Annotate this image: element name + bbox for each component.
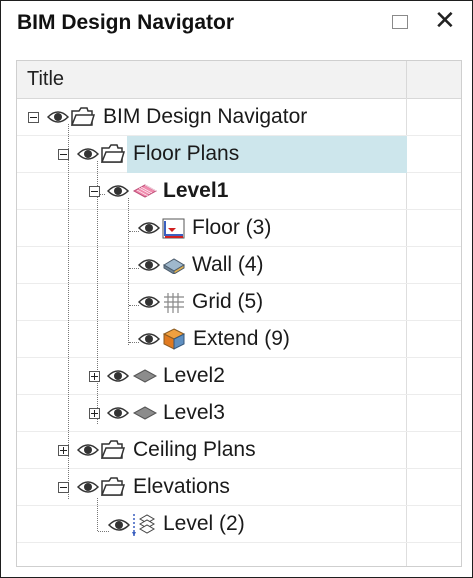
- tree-item-label: BIM Design Navigator: [103, 105, 308, 128]
- eye-icon[interactable]: [77, 442, 99, 458]
- tree-item-label: Floor Plans: [133, 142, 240, 165]
- level-plane-icon: [132, 369, 158, 383]
- folder-icon: [71, 107, 95, 126]
- column-header-title: Title: [27, 68, 65, 90]
- maximize-icon[interactable]: [392, 15, 408, 29]
- eye-icon[interactable]: [107, 405, 129, 421]
- window-title: BIM Design Navigator: [17, 11, 235, 34]
- collapse-icon[interactable]: [28, 112, 39, 123]
- level-plane-icon: [132, 406, 158, 420]
- eye-icon[interactable]: [138, 331, 160, 347]
- expand-icon[interactable]: [89, 371, 100, 382]
- tree-item-label: Level3: [163, 401, 225, 424]
- tree-item-label: Level2: [163, 364, 225, 387]
- tree-row: [17, 395, 461, 432]
- tree-item-label: Ceiling Plans: [133, 438, 256, 461]
- folder-icon: [101, 144, 125, 163]
- expand-icon[interactable]: [58, 445, 69, 456]
- tree-item-label: Elevations: [133, 475, 230, 498]
- eye-icon[interactable]: [77, 479, 99, 495]
- eye-icon[interactable]: [138, 294, 160, 310]
- tree-item-label: Level1: [163, 179, 229, 202]
- close-icon[interactable]: ✕: [434, 6, 456, 36]
- column-divider[interactable]: [406, 61, 407, 98]
- tree-row: [17, 358, 461, 395]
- navigator-panel: BIM Design Navigator ✕ Title BIM Design …: [0, 0, 473, 578]
- extend-icon: [162, 328, 186, 350]
- eye-icon[interactable]: [108, 517, 130, 533]
- eye-icon[interactable]: [107, 368, 129, 384]
- tree-row: [17, 173, 461, 210]
- tree-item-label: Level (2): [163, 512, 245, 535]
- grid-icon: [164, 293, 184, 313]
- tree-connector: [128, 198, 129, 345]
- title-bar: BIM Design Navigator ✕: [1, 1, 472, 45]
- tree-connector: [68, 124, 69, 499]
- tree-item-label: Wall (4): [192, 253, 264, 276]
- tree-connector: [97, 498, 98, 531]
- collapse-icon[interactable]: [58, 149, 69, 160]
- eye-icon[interactable]: [138, 257, 160, 273]
- folder-icon: [101, 477, 125, 496]
- eye-icon[interactable]: [77, 146, 99, 162]
- tree-connector: [97, 161, 98, 424]
- collapse-icon[interactable]: [58, 482, 69, 493]
- eye-icon[interactable]: [107, 183, 129, 199]
- eye-icon[interactable]: [47, 109, 69, 125]
- collapse-icon[interactable]: [89, 186, 100, 197]
- expand-icon[interactable]: [89, 408, 100, 419]
- wall-icon: [163, 258, 185, 274]
- column-header[interactable]: Title: [17, 61, 461, 99]
- tree-view[interactable]: Title BIM Design Navigator Floor Plans L…: [16, 60, 462, 567]
- tree-item-label: Extend (9): [193, 327, 290, 350]
- elevation-level-icon: [132, 514, 156, 536]
- eye-icon[interactable]: [138, 220, 160, 236]
- tree-item-label: Floor (3): [192, 216, 272, 239]
- floor-icon: [162, 218, 185, 239]
- level-plane-icon: [132, 184, 158, 198]
- folder-icon: [101, 440, 125, 459]
- tree-item-label: Grid (5): [192, 290, 264, 313]
